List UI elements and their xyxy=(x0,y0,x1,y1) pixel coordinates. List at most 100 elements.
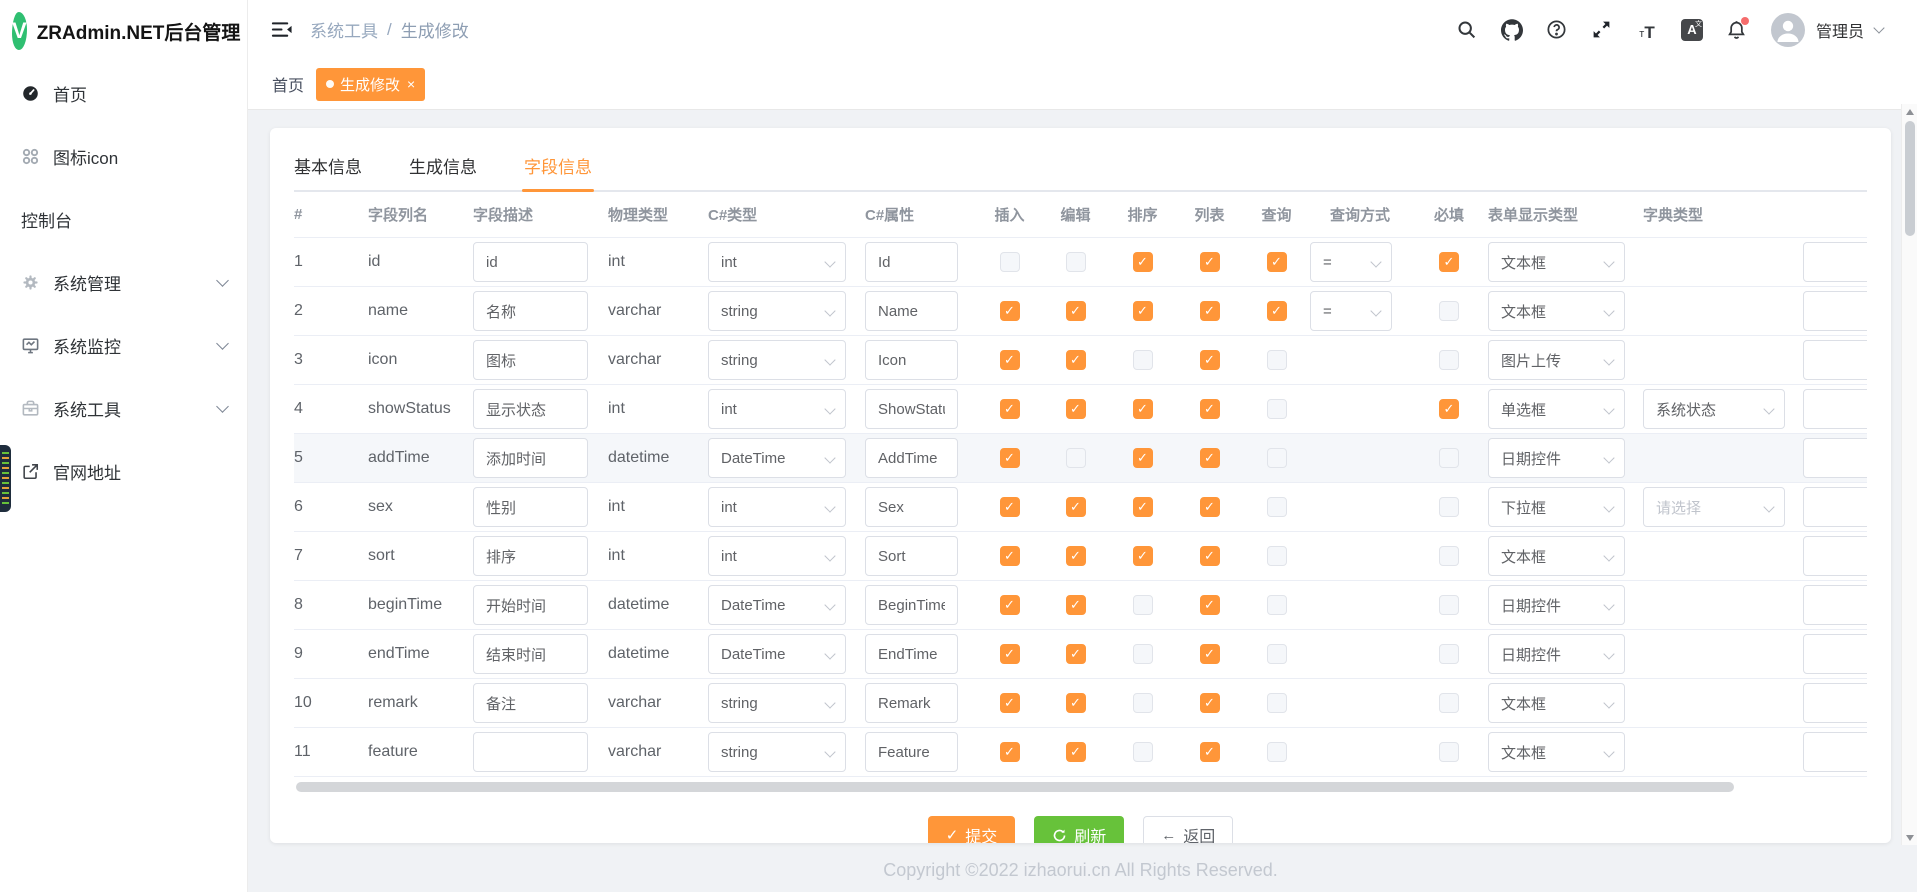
list-checkbox[interactable]: ✓ xyxy=(1200,595,1220,615)
display-type-select[interactable]: 文本框 xyxy=(1488,683,1625,723)
notification-bell-icon[interactable] xyxy=(1726,19,1748,41)
extra-input[interactable] xyxy=(1803,389,1867,429)
field-desc-input[interactable] xyxy=(473,389,588,429)
list-checkbox[interactable]: ✓ xyxy=(1200,301,1220,321)
required-checkbox[interactable] xyxy=(1439,595,1459,615)
sort-checkbox[interactable]: ✓ xyxy=(1133,252,1153,272)
cs-type-select[interactable]: string xyxy=(708,291,846,331)
tab-generate-info[interactable]: 生成信息 xyxy=(409,150,477,190)
sort-checkbox[interactable] xyxy=(1133,742,1153,762)
cs-attr-input[interactable] xyxy=(865,683,958,723)
field-desc-input[interactable] xyxy=(473,487,588,527)
edit-checkbox[interactable] xyxy=(1066,448,1086,468)
cs-type-select[interactable]: string xyxy=(708,732,846,772)
edit-checkbox[interactable]: ✓ xyxy=(1066,350,1086,370)
cs-type-select[interactable]: string xyxy=(708,683,846,723)
sort-checkbox[interactable]: ✓ xyxy=(1133,448,1153,468)
field-desc-input[interactable] xyxy=(473,732,588,772)
cs-type-select[interactable]: DateTime xyxy=(708,634,846,674)
list-checkbox[interactable]: ✓ xyxy=(1200,399,1220,419)
extra-input[interactable] xyxy=(1803,683,1867,723)
sort-checkbox[interactable] xyxy=(1133,350,1153,370)
edit-checkbox[interactable]: ✓ xyxy=(1066,497,1086,517)
github-icon[interactable] xyxy=(1501,19,1523,41)
font-size-icon[interactable]: тT xyxy=(1636,19,1658,41)
avatar[interactable] xyxy=(1771,13,1805,47)
vertical-scrollbar-thumb[interactable] xyxy=(1905,121,1915,236)
help-icon[interactable] xyxy=(1546,19,1568,41)
edit-checkbox[interactable]: ✓ xyxy=(1066,399,1086,419)
list-checkbox[interactable]: ✓ xyxy=(1200,497,1220,517)
back-button[interactable]: ← 返回 xyxy=(1143,816,1233,843)
dict-type-select[interactable]: 系统状态 xyxy=(1643,389,1785,429)
insert-checkbox[interactable]: ✓ xyxy=(1000,497,1020,517)
query-checkbox[interactable] xyxy=(1267,350,1287,370)
cs-attr-input[interactable] xyxy=(865,732,958,772)
sidebar-item-home[interactable]: 首页 xyxy=(0,62,247,125)
breadcrumb-item[interactable]: 系统工具 xyxy=(310,17,378,42)
required-checkbox[interactable] xyxy=(1439,448,1459,468)
field-desc-input[interactable] xyxy=(473,536,588,576)
query-checkbox[interactable] xyxy=(1267,546,1287,566)
insert-checkbox[interactable]: ✓ xyxy=(1000,595,1020,615)
query-checkbox[interactable]: ✓ xyxy=(1267,252,1287,272)
sort-checkbox[interactable] xyxy=(1133,595,1153,615)
required-checkbox[interactable]: ✓ xyxy=(1439,252,1459,272)
query-checkbox[interactable] xyxy=(1267,644,1287,664)
sort-checkbox[interactable]: ✓ xyxy=(1133,497,1153,517)
query-checkbox[interactable] xyxy=(1267,448,1287,468)
required-checkbox[interactable] xyxy=(1439,546,1459,566)
list-checkbox[interactable]: ✓ xyxy=(1200,546,1220,566)
insert-checkbox[interactable]: ✓ xyxy=(1000,301,1020,321)
sort-checkbox[interactable] xyxy=(1133,644,1153,664)
cs-attr-input[interactable] xyxy=(865,487,958,527)
edit-checkbox[interactable]: ✓ xyxy=(1066,301,1086,321)
cs-attr-input[interactable] xyxy=(865,340,958,380)
display-type-select[interactable]: 文本框 xyxy=(1488,242,1625,282)
extra-input[interactable] xyxy=(1803,291,1867,331)
dict-type-select[interactable]: 请选择 xyxy=(1643,487,1785,527)
theme-drawer-handle[interactable] xyxy=(0,445,11,512)
search-icon[interactable] xyxy=(1456,19,1478,41)
insert-checkbox[interactable]: ✓ xyxy=(1000,644,1020,664)
tag-home[interactable]: 首页 xyxy=(272,72,304,96)
sort-checkbox[interactable] xyxy=(1133,693,1153,713)
extra-input[interactable] xyxy=(1803,487,1867,527)
cs-type-select[interactable]: DateTime xyxy=(708,438,846,478)
list-checkbox[interactable]: ✓ xyxy=(1200,693,1220,713)
query-checkbox[interactable] xyxy=(1267,399,1287,419)
field-desc-input[interactable] xyxy=(473,683,588,723)
user-name[interactable]: 管理员 xyxy=(1816,18,1864,42)
edit-checkbox[interactable]: ✓ xyxy=(1066,644,1086,664)
tag-active[interactable]: 生成修改 × xyxy=(316,68,425,101)
sort-checkbox[interactable]: ✓ xyxy=(1133,301,1153,321)
display-type-select[interactable]: 文本框 xyxy=(1488,291,1625,331)
list-checkbox[interactable]: ✓ xyxy=(1200,252,1220,272)
required-checkbox[interactable]: ✓ xyxy=(1439,399,1459,419)
display-type-select[interactable]: 下拉框 xyxy=(1488,487,1625,527)
query-checkbox[interactable] xyxy=(1267,595,1287,615)
scroll-down-arrow[interactable] xyxy=(1902,830,1917,845)
fullscreen-icon[interactable] xyxy=(1591,19,1613,41)
display-type-select[interactable]: 文本框 xyxy=(1488,536,1625,576)
query-checkbox[interactable] xyxy=(1267,693,1287,713)
extra-input[interactable] xyxy=(1803,585,1867,625)
insert-checkbox[interactable]: ✓ xyxy=(1000,399,1020,419)
cs-attr-input[interactable] xyxy=(865,536,958,576)
field-desc-input[interactable] xyxy=(473,634,588,674)
sort-checkbox[interactable]: ✓ xyxy=(1133,546,1153,566)
list-checkbox[interactable]: ✓ xyxy=(1200,742,1220,762)
cs-attr-input[interactable] xyxy=(865,438,958,478)
extra-input[interactable] xyxy=(1803,536,1867,576)
required-checkbox[interactable] xyxy=(1439,350,1459,370)
cs-type-select[interactable]: int xyxy=(708,389,846,429)
insert-checkbox[interactable]: ✓ xyxy=(1000,742,1020,762)
display-type-select[interactable]: 日期控件 xyxy=(1488,438,1625,478)
query-checkbox[interactable] xyxy=(1267,742,1287,762)
sidebar-item-icons[interactable]: 图标icon xyxy=(0,125,247,188)
vertical-scrollbar[interactable] xyxy=(1901,104,1917,845)
cs-type-select[interactable]: string xyxy=(708,340,846,380)
cs-type-select[interactable]: int xyxy=(708,242,846,282)
insert-checkbox[interactable] xyxy=(1000,252,1020,272)
display-type-select[interactable]: 图片上传 xyxy=(1488,340,1625,380)
